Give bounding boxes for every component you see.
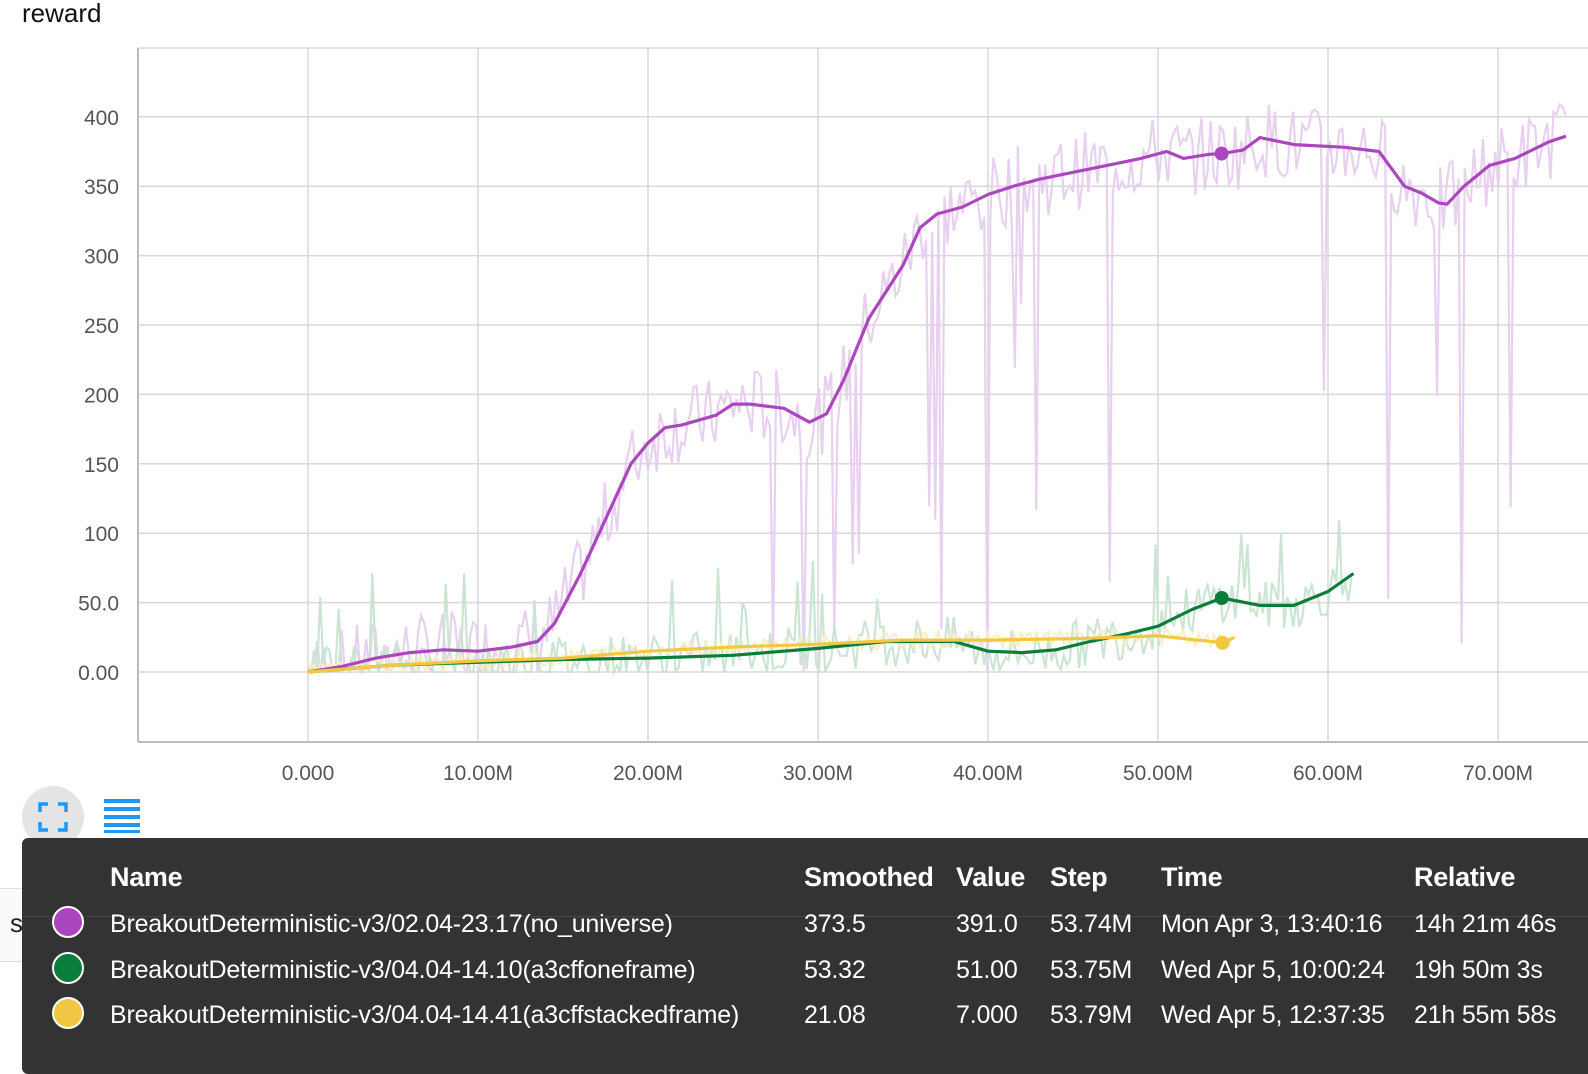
- table-row: BreakoutDeterministic-v3/02.04-23.17(no_…: [22, 902, 1588, 946]
- header-relative: Relative: [1414, 862, 1516, 892]
- list-icon: [104, 799, 140, 833]
- y-tick-label: 0.00: [78, 662, 119, 685]
- row-smoothed: 53.32: [804, 956, 866, 984]
- row-value: 51.00: [956, 956, 1018, 984]
- table-row: BreakoutDeterministic-v3/04.04-14.41(a3c…: [22, 993, 1588, 1037]
- row-relative: 14h 21m 46s: [1414, 910, 1557, 938]
- row-name: BreakoutDeterministic-v3/04.04-14.10(a3c…: [110, 956, 696, 984]
- y-tick-label: 400: [84, 107, 119, 130]
- x-tick-label: 20.00M: [613, 762, 683, 785]
- row-step: 53.79M: [1050, 1001, 1133, 1029]
- raw-series-line: [307, 102, 1567, 675]
- row-name: BreakoutDeterministic-v3/02.04-23.17(no_…: [110, 910, 673, 938]
- row-step: 53.75M: [1050, 956, 1133, 984]
- row-time: Mon Apr 3, 13:40:16: [1161, 910, 1383, 938]
- series-color-dot: [52, 952, 84, 984]
- row-value: 7.000: [956, 1001, 1018, 1029]
- table-row: BreakoutDeterministic-v3/04.04-14.10(a3c…: [22, 948, 1588, 992]
- x-tick-label: 70.00M: [1463, 762, 1533, 785]
- row-relative: 19h 50m 3s: [1414, 956, 1543, 984]
- x-tick-label: 50.00M: [1123, 762, 1193, 785]
- row-name: BreakoutDeterministic-v3/04.04-14.41(a3c…: [110, 1001, 740, 1029]
- y-tick-label: 150: [84, 454, 119, 477]
- row-time: Wed Apr 5, 10:00:24: [1161, 956, 1385, 984]
- y-tick-label: 50.0: [78, 593, 119, 616]
- fullscreen-icon: [38, 802, 68, 832]
- row-step: 53.74M: [1050, 910, 1133, 938]
- hover-marker: [1214, 146, 1229, 161]
- header-value: Value: [956, 862, 1026, 892]
- row-smoothed: 21.08: [804, 1001, 866, 1029]
- row-relative: 21h 55m 58s: [1414, 1001, 1557, 1029]
- hover-marker: [1215, 635, 1230, 650]
- list-view-button[interactable]: [102, 798, 142, 834]
- y-tick-label: 350: [84, 176, 119, 199]
- x-tick-label: 10.00M: [443, 762, 513, 785]
- series-color-dot: [52, 997, 84, 1029]
- hover-marker: [1214, 590, 1229, 605]
- x-tick-label: 60.00M: [1293, 762, 1363, 785]
- row-time: Wed Apr 5, 12:37:35: [1161, 1001, 1385, 1029]
- x-tick-label: 0.000: [282, 762, 335, 785]
- y-tick-label: 300: [84, 246, 119, 269]
- row-smoothed: 373.5: [804, 910, 866, 938]
- header-time: Time: [1161, 862, 1223, 892]
- x-tick-label: 30.00M: [783, 762, 853, 785]
- series-color-dot: [52, 906, 84, 938]
- y-tick-label: 250: [84, 315, 119, 338]
- header-smoothed: Smoothed: [804, 862, 934, 892]
- header-step: Step: [1050, 862, 1108, 892]
- tooltip-table: Name Smoothed Value Step Time Relative B…: [22, 838, 1588, 1074]
- y-tick-label: 200: [84, 384, 119, 407]
- x-tick-label: 40.00M: [953, 762, 1023, 785]
- line-chart[interactable]: 0.00 50.0 100 150 200 250 300 350 400 0.000 10.00M…: [0, 0, 1588, 790]
- row-value: 391.0: [956, 910, 1018, 938]
- y-tick-label: 100: [84, 523, 119, 546]
- header-name: Name: [110, 862, 183, 892]
